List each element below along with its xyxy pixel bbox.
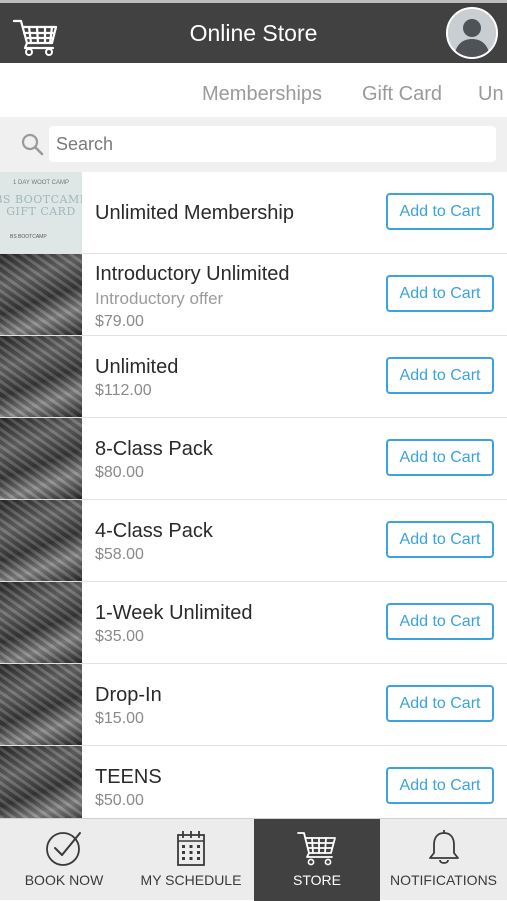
tab-gift-card[interactable]: Gift Card xyxy=(362,83,442,106)
product-price: $15.00 xyxy=(95,710,144,727)
nav-book-now[interactable]: BOOK NOW xyxy=(0,819,128,901)
product-price: $112.00 xyxy=(95,382,152,399)
product-name: 1-Week Unlimited xyxy=(95,602,253,624)
app-header: Online Store xyxy=(0,3,507,63)
product-name: TEENS xyxy=(95,766,162,788)
add-to-cart-button[interactable]: Add to Cart xyxy=(386,275,494,312)
product-price: $58.00 xyxy=(95,546,144,563)
add-to-cart-button[interactable]: Add to Cart xyxy=(386,767,494,804)
product-price: $80.00 xyxy=(95,464,144,481)
list-item[interactable]: Drop-In $15.00 Add to Cart xyxy=(0,664,507,746)
list-item[interactable]: 8-Class Pack $80.00 Add to Cart xyxy=(0,418,507,500)
calendar-icon xyxy=(177,831,205,866)
search-input[interactable] xyxy=(49,126,496,162)
product-thumbnail xyxy=(0,418,82,499)
add-to-cart-button[interactable]: Add to Cart xyxy=(386,439,494,476)
category-tabs: Memberships Gift Card Un xyxy=(0,63,507,118)
nav-my-schedule[interactable]: MY SCHEDULE xyxy=(128,819,254,901)
product-thumbnail xyxy=(0,664,82,745)
product-name: 4-Class Pack xyxy=(95,520,213,542)
bell-icon xyxy=(428,830,459,864)
list-item[interactable]: Introductory Unlimited Introductory offe… xyxy=(0,254,507,336)
checkmark-circle-icon xyxy=(46,832,81,866)
product-name: Unlimited Membership xyxy=(95,202,294,224)
product-price: $35.00 xyxy=(95,628,144,645)
product-name: Drop-In xyxy=(95,684,162,706)
product-subtitle: Introductory offer xyxy=(95,289,224,308)
list-item[interactable]: 1-Week Unlimited $35.00 Add to Cart xyxy=(0,582,507,664)
nav-label: MY SCHEDULE xyxy=(140,872,242,888)
product-thumbnail xyxy=(0,582,82,663)
product-thumbnail xyxy=(0,254,82,335)
list-item[interactable]: 4-Class Pack $58.00 Add to Cart xyxy=(0,500,507,582)
nav-label: STORE xyxy=(293,872,341,888)
add-to-cart-button[interactable]: Add to Cart xyxy=(386,521,494,558)
bottom-nav: BOOK NOW MY SCHEDULE STORE NOTIFICATIONS xyxy=(0,818,507,901)
product-name: Unlimited xyxy=(95,356,179,378)
add-to-cart-button[interactable]: Add to Cart xyxy=(386,685,494,722)
add-to-cart-button[interactable]: Add to Cart xyxy=(386,357,494,394)
search-bar xyxy=(0,117,507,172)
nav-notifications[interactable]: NOTIFICATIONS xyxy=(380,819,507,901)
nav-label: BOOK NOW xyxy=(24,872,104,888)
page-title: Online Store xyxy=(189,20,318,46)
user-avatar-icon[interactable] xyxy=(446,7,498,59)
product-thumbnail xyxy=(0,746,82,818)
list-item[interactable]: Unlimited $112.00 Add to Cart xyxy=(0,336,507,418)
list-item[interactable]: TEENS $50.00 Add to Cart xyxy=(0,746,507,818)
tab-unlimited[interactable]: Un xyxy=(478,83,504,106)
nav-store[interactable]: STORE xyxy=(254,819,380,901)
nav-label: NOTIFICATIONS xyxy=(389,872,498,888)
add-to-cart-button[interactable]: Add to Cart xyxy=(386,193,494,230)
gift-card-thumbnail: 1 DAY WOOT CAMP BS BOOTCAMPGIFT CARD BS … xyxy=(0,172,82,253)
product-list: 1 DAY WOOT CAMP BS BOOTCAMPGIFT CARD BS … xyxy=(0,172,507,818)
tab-memberships[interactable]: Memberships xyxy=(202,83,322,106)
search-icon xyxy=(21,133,44,156)
add-to-cart-button[interactable]: Add to Cart xyxy=(386,603,494,640)
product-thumbnail xyxy=(0,500,82,581)
product-price: $50.00 xyxy=(95,792,144,809)
product-thumbnail xyxy=(0,336,82,417)
product-price: $79.00 xyxy=(95,313,144,330)
list-item[interactable]: 1 DAY WOOT CAMP BS BOOTCAMPGIFT CARD BS … xyxy=(0,172,507,254)
product-name: 8-Class Pack xyxy=(95,438,213,460)
cart-icon xyxy=(297,832,336,866)
product-name: Introductory Unlimited xyxy=(95,263,290,285)
